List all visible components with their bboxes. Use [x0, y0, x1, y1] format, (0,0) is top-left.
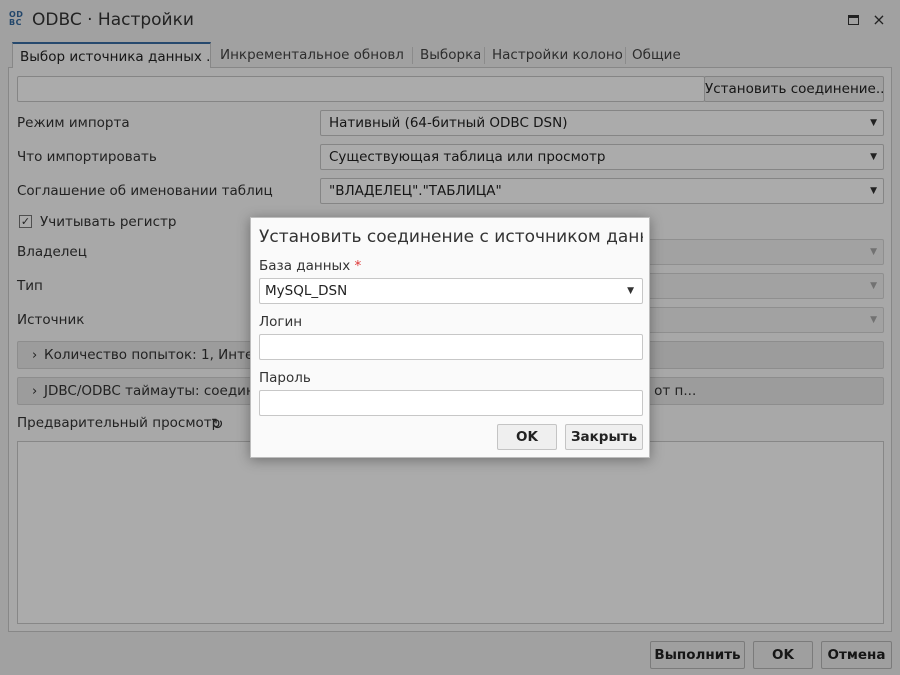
login-input[interactable] [259, 334, 643, 360]
dialog-ok-button[interactable]: OK [497, 424, 557, 450]
required-mark: * [354, 258, 362, 274]
dialog-title: Установить соединение с источником данны… [259, 227, 643, 247]
password-input[interactable] [259, 390, 643, 416]
database-label: База данных * [259, 258, 361, 274]
connection-dialog: Установить соединение с источником данны… [250, 217, 650, 458]
password-label: Пароль [259, 370, 311, 386]
database-select[interactable]: MySQL_DSN ▼ [259, 278, 643, 304]
login-label: Логин [259, 314, 303, 330]
chevron-down-icon: ▼ [627, 286, 634, 296]
database-label-text: База данных [259, 258, 351, 274]
database-value: MySQL_DSN [265, 283, 348, 299]
dialog-close-button[interactable]: Закрыть [565, 424, 643, 450]
